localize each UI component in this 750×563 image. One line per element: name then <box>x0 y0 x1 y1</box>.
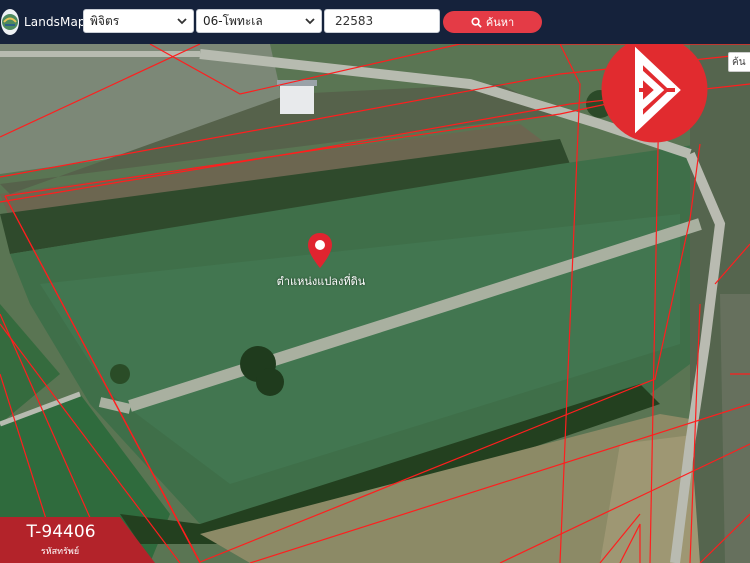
search-icon <box>471 16 482 28</box>
brand-logo-icon <box>601 36 708 143</box>
search-button-label: ค้นหา <box>485 16 515 29</box>
province-select[interactable]: พิจิตร <box>83 9 194 33</box>
app-name: LandsMaps <box>24 15 92 29</box>
parcel-number-input[interactable]: 22583 <box>324 9 440 33</box>
map-search-box[interactable]: ค้น <box>728 52 750 72</box>
landsmaps-logo[interactable]: LandsMaps <box>0 6 92 38</box>
landsmaps-logo-icon <box>1 9 19 35</box>
top-bar: LandsMaps พิจิตร 06-โพทะเล 22583 ค้นหา <box>0 0 750 44</box>
search-button[interactable]: ค้นหา <box>443 11 542 33</box>
province-value: พิจิตร <box>90 13 120 28</box>
pin-label: ตำแหน่งแปลงที่ดิน <box>276 275 366 288</box>
chevron-down-icon <box>305 18 315 25</box>
property-code: T-94406 <box>26 522 96 542</box>
district-value: 06-โพทะเล <box>203 13 263 28</box>
map-search-box-text: ค้น <box>732 56 746 68</box>
map-pin-icon[interactable] <box>306 232 334 270</box>
district-select[interactable]: 06-โพทะเล <box>196 9 322 33</box>
property-code-label: รหัสทรัพย์ <box>40 547 80 557</box>
landsmaps-page: LandsMaps พิจิตร 06-โพทะเล 22583 ค้นหา ต… <box>0 0 750 563</box>
parcel-number-value: 22583 <box>335 14 374 28</box>
chevron-down-icon <box>177 18 187 25</box>
